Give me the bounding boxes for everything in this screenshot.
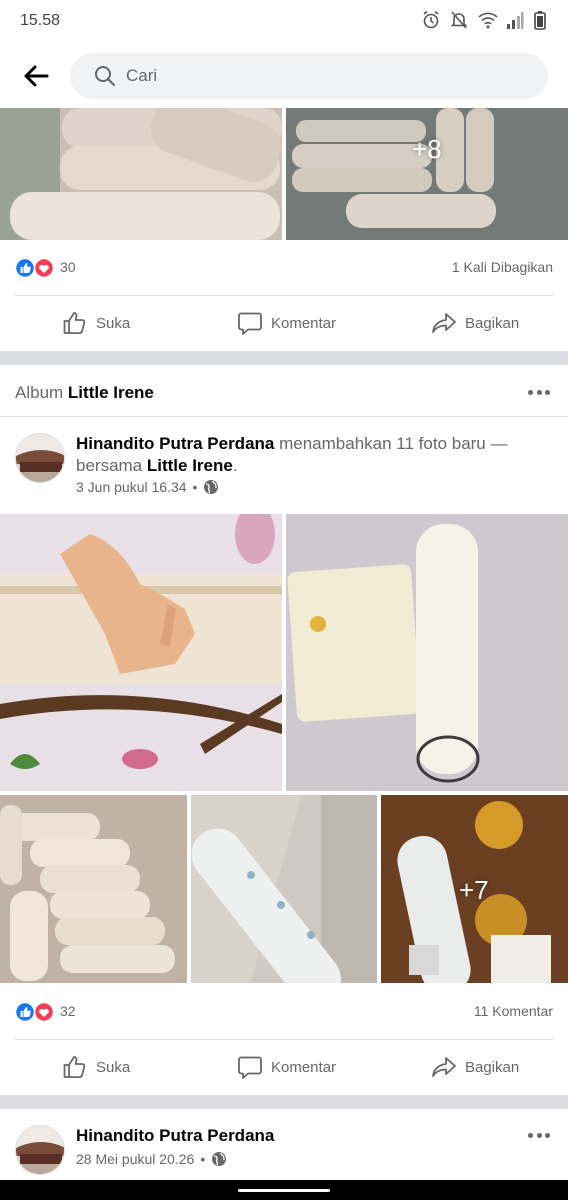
post2-photo-overflow: +7 xyxy=(459,875,489,905)
comment-icon xyxy=(238,312,262,335)
post3-author[interactable]: Hinandito Putra Perdana xyxy=(76,1126,274,1145)
status-time: 15.58 xyxy=(20,12,61,29)
post2-comment-button[interactable]: Komentar xyxy=(237,1040,336,1094)
post2-tagged[interactable]: Little Irene xyxy=(147,456,233,475)
post2-period: . xyxy=(232,456,238,475)
divider xyxy=(0,416,568,417)
post1-share-button[interactable]: Bagikan xyxy=(431,296,519,350)
like-label: Suka xyxy=(96,1058,131,1076)
post2-reaction-row: 32 11 Komentar xyxy=(0,984,568,1040)
comment-label: Komentar xyxy=(271,1058,337,1076)
album-header[interactable]: Album Little Irene xyxy=(15,383,154,403)
thumbs-up-icon xyxy=(63,1056,86,1078)
globe-icon xyxy=(212,1152,227,1166)
post2-share-button[interactable]: Bagikan xyxy=(431,1040,519,1094)
battery-icon xyxy=(534,10,552,30)
album-more-button[interactable] xyxy=(528,387,550,397)
status-icons xyxy=(422,10,552,30)
post2-photo-1[interactable] xyxy=(0,514,282,791)
reaction-icons[interactable] xyxy=(14,1002,58,1022)
reaction-icons[interactable] xyxy=(14,258,58,278)
status-bar: 15.58 xyxy=(0,0,568,44)
post2-photo-4[interactable] xyxy=(191,795,377,983)
post2-comment-count[interactable]: 11 Komentar xyxy=(474,1003,553,1019)
avatar[interactable] xyxy=(15,433,65,483)
comment-label: Komentar xyxy=(271,314,337,332)
post3-meta: 28 Mei pukul 20.26 • xyxy=(76,1151,227,1167)
share-label: Bagikan xyxy=(465,314,520,332)
post2-photo-5[interactable]: +7 xyxy=(381,795,568,983)
post3-header-text: Hinandito Putra Perdana xyxy=(76,1125,546,1147)
post1-reaction-row: 30 1 Kali Dibagikan xyxy=(0,240,568,296)
post2-action-bar: Suka Komentar Bagikan xyxy=(0,1040,568,1094)
comment-icon xyxy=(238,1056,262,1079)
globe-icon xyxy=(204,480,219,494)
search-input[interactable]: Cari xyxy=(70,53,548,99)
search-icon xyxy=(95,66,115,86)
meta-dot: • xyxy=(192,479,198,495)
wifi-icon xyxy=(478,10,498,30)
thumbs-up-icon xyxy=(63,312,86,334)
post1-photo-overflow: +8 xyxy=(412,134,442,164)
share-label: Bagikan xyxy=(465,1058,520,1076)
gesture-nav-bar xyxy=(0,1180,568,1200)
share-icon xyxy=(432,1057,456,1077)
post1-action-bar: Suka Komentar Bagikan xyxy=(0,296,568,350)
back-arrow-icon xyxy=(24,65,49,87)
post2-author[interactable]: Hinandito Putra Perdana xyxy=(76,434,274,453)
like-label: Suka xyxy=(96,314,131,332)
post1-reaction-count[interactable]: 30 xyxy=(60,259,76,275)
mute-icon xyxy=(450,10,468,30)
post2-reaction-count[interactable]: 32 xyxy=(60,1003,76,1019)
share-icon xyxy=(432,313,456,333)
post1-share-count[interactable]: 1 Kali Dibagikan xyxy=(452,259,553,275)
meta-dot: • xyxy=(200,1151,206,1167)
post2-meta: 3 Jun pukul 16.34 • xyxy=(76,479,219,495)
post1-photo-1[interactable] xyxy=(0,108,282,240)
post2-like-button[interactable]: Suka xyxy=(62,1040,130,1094)
search-placeholder: Cari xyxy=(126,66,158,85)
album-name[interactable]: Little Irene xyxy=(68,383,154,402)
back-button[interactable] xyxy=(20,62,52,90)
home-indicator[interactable] xyxy=(238,1189,330,1192)
post2-header-text: Hinandito Putra Perdana menambahkan 11 f… xyxy=(76,433,546,477)
post2-photo-3[interactable] xyxy=(0,795,187,983)
feed-separator xyxy=(0,1095,568,1109)
post1-comment-button[interactable]: Komentar xyxy=(237,296,336,350)
top-bar: Cari xyxy=(0,44,568,108)
post2-photo-2[interactable] xyxy=(286,514,568,791)
post3-more-button[interactable] xyxy=(528,1130,550,1140)
post3-timestamp[interactable]: 28 Mei pukul 20.26 xyxy=(76,1151,194,1167)
album-label: Album xyxy=(15,383,64,402)
alarm-icon xyxy=(422,10,440,30)
post1-like-button[interactable]: Suka xyxy=(62,296,130,350)
signal-icon xyxy=(506,10,524,30)
feed-separator xyxy=(0,351,568,365)
post1-photo-2[interactable]: +8 xyxy=(286,108,568,240)
post2-timestamp[interactable]: 3 Jun pukul 16.34 xyxy=(76,479,187,495)
avatar[interactable] xyxy=(15,1125,65,1175)
